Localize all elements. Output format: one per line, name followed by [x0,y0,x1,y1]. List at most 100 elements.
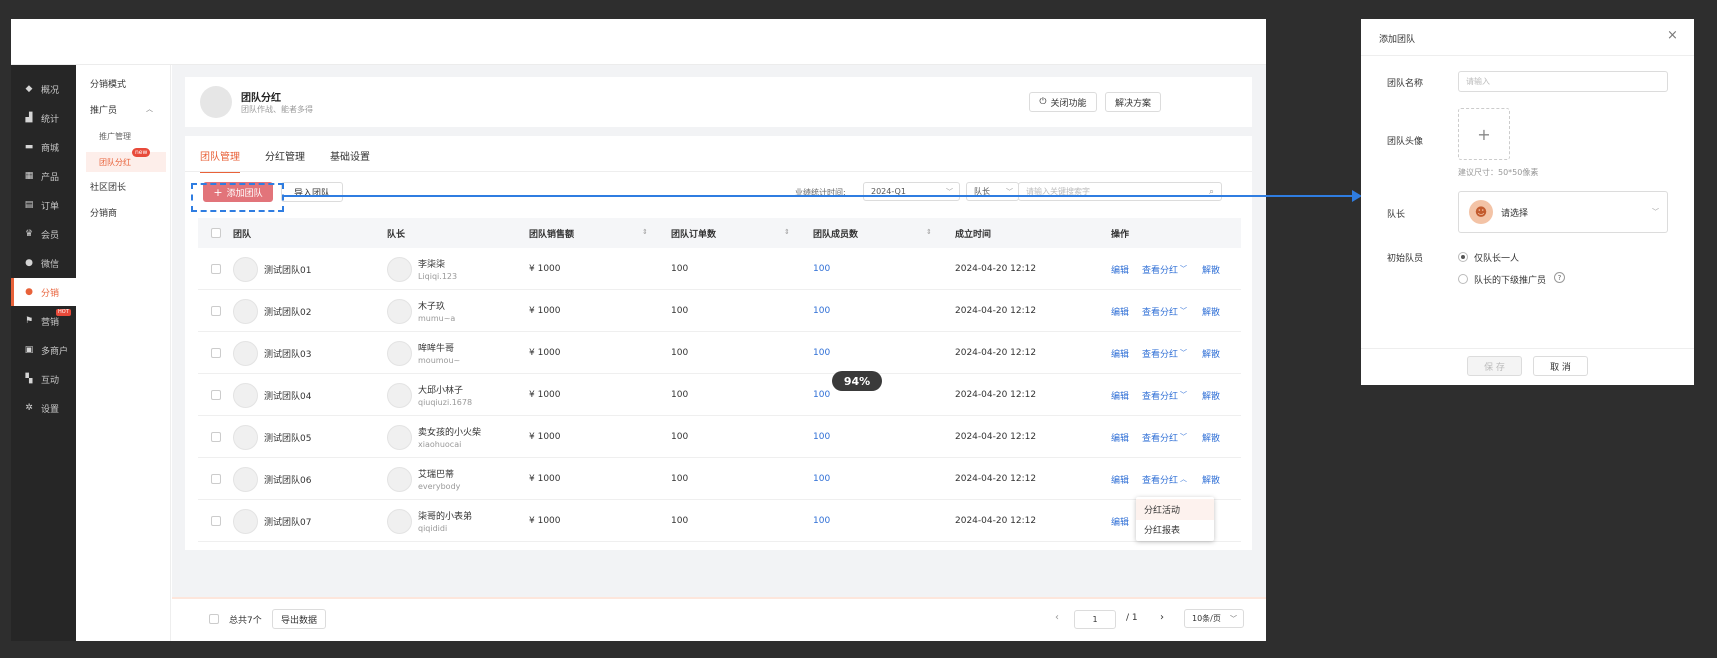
tab-bonus-management[interactable]: 分红管理 [265,148,305,171]
sort-icon[interactable]: ⇕ [926,228,932,236]
menu-item-bonus-report[interactable]: 分红报表 [1136,519,1214,540]
subnav-team-bonus[interactable]: 团队分红 new [86,148,166,172]
edit-link[interactable]: 编辑 [1111,416,1129,458]
solution-button[interactable]: 解决方案 [1105,92,1161,112]
subnav-distributor[interactable]: 分销商 [76,202,166,222]
members-link[interactable]: 100 [813,332,830,374]
page-input[interactable]: 1 [1074,610,1116,629]
edit-link[interactable]: 编辑 [1111,500,1129,542]
leader-avatar [387,508,412,534]
store-icon: ▬ [24,142,34,152]
page-size-select[interactable]: 10条/页 ﹀ [1184,609,1244,628]
dissolve-link[interactable]: 解散 [1202,248,1220,290]
row-checkbox[interactable] [211,264,221,274]
col-orders[interactable]: 团队订单数 [671,218,716,248]
view-bonus-dropdown[interactable]: 查看分红 ︿ [1142,458,1187,500]
close-feature-button[interactable]: ⏻ 关闭功能 [1029,92,1097,112]
view-bonus-dropdown[interactable]: 查看分红 ﹀ [1142,290,1187,332]
help-icon[interactable]: ? [1554,272,1565,283]
subnav-mode[interactable]: 分销模式 [76,73,166,93]
select-all-checkbox[interactable] [211,228,221,238]
sort-icon[interactable]: ⇕ [642,228,648,236]
save-button[interactable]: 保 存 [1467,356,1522,376]
subnav-promoter-mgmt[interactable]: 推广管理 [76,126,166,146]
members-link[interactable]: 100 [813,248,830,290]
subnav-promoter[interactable]: 推广员 ︿ [76,99,166,119]
edit-link[interactable]: 编辑 [1111,248,1129,290]
nav-item-marketing[interactable]: ⚑ 营销 HOT [11,307,76,335]
cancel-button[interactable]: 取 消 [1533,356,1588,376]
import-team-button[interactable]: 导入团队 [281,182,343,202]
members-link[interactable]: 100 [813,290,830,332]
row-checkbox[interactable] [211,432,221,442]
leader-id: everybody [418,482,461,491]
footer-select-all-checkbox[interactable] [209,614,219,624]
nav-label: 多商户 [41,346,69,357]
team-cell: 测试团队05 [233,416,311,458]
edit-link[interactable]: 编辑 [1111,290,1129,332]
tab-basic-settings[interactable]: 基础设置 [330,148,370,171]
power-icon: ⏻ [1039,97,1047,107]
edit-link[interactable]: 编辑 [1111,374,1129,416]
edit-link[interactable]: 编辑 [1111,332,1129,374]
tab-team-management[interactable]: 团队管理 [200,148,240,173]
nav-label: 商城 [41,143,60,154]
view-bonus-dropdown[interactable]: 查看分红 ﹀ [1142,332,1187,374]
row-checkbox[interactable] [211,516,221,526]
leader-name: 艾瑞巴蒂 [418,470,455,480]
radio-leader-only[interactable] [1458,252,1468,262]
dissolve-link[interactable]: 解散 [1202,290,1220,332]
row-checkbox[interactable] [211,306,221,316]
members-link[interactable]: 100 [813,416,830,458]
col-members[interactable]: 团队成员数 [813,218,858,248]
nav-item-store[interactable]: ▬ 商城 [11,133,76,161]
members-link[interactable]: 100 [813,500,830,542]
nav-item-product[interactable]: ▦ 产品 [11,162,76,190]
team-name-input[interactable]: 请输入 [1458,71,1668,92]
nav-item-distribution[interactable]: ● 分销 [11,278,76,306]
nav-item-multi-merchant[interactable]: ▣ 多商户 [11,336,76,364]
chevron-down-icon: ﹀ [1180,265,1188,273]
dissolve-link[interactable]: 解散 [1202,458,1220,500]
subnav-community[interactable]: 社区团长 [76,176,166,196]
row-checkbox[interactable] [211,390,221,400]
prev-page-icon[interactable]: ‹ [1055,612,1059,623]
dissolve-link[interactable]: 解散 [1202,416,1220,458]
avatar-upload[interactable]: + [1458,108,1510,160]
nav-item-interact[interactable]: ▚ 互动 [11,365,76,393]
stat-time-select[interactable]: 2024-Q1 ﹀ [863,182,960,201]
zoom-badge: 94% [832,371,882,391]
members-link[interactable]: 100 [813,458,830,500]
dissolve-link[interactable]: 解散 [1202,332,1220,374]
team-name-label: 团队名称 [1387,79,1424,89]
nav-item-member[interactable]: ♛ 会员 [11,220,76,248]
row-checkbox[interactable] [211,474,221,484]
search-input[interactable]: 请输入关键搜索字 ⌕ [1018,182,1222,201]
filter-field-select[interactable]: 队长 ﹀ [966,182,1019,201]
col-sales[interactable]: 团队销售额 [529,218,574,248]
export-button[interactable]: 导出数据 [272,609,326,629]
edit-link[interactable]: 编辑 [1111,458,1129,500]
leader-id: moumou~ [418,356,461,365]
nav-item-overview[interactable]: ◆ 概况 [11,75,76,103]
view-bonus-dropdown[interactable]: 查看分红 ﹀ [1142,374,1187,416]
nav-item-wechat[interactable]: ● 微信 [11,249,76,277]
row-checkbox[interactable] [211,348,221,358]
leader-placeholder: 请选择 [1501,208,1529,219]
nav-item-order[interactable]: ▤ 订单 [11,191,76,219]
next-page-icon[interactable]: › [1160,612,1164,623]
layers-icon: ◆ [25,84,33,94]
radio-subordinate-promoters[interactable] [1458,274,1468,284]
view-bonus-dropdown[interactable]: 查看分红 ﹀ [1142,416,1187,458]
menu-item-bonus-activity[interactable]: 分红活动 [1136,499,1214,520]
close-icon[interactable]: × [1667,28,1678,43]
view-bonus-dropdown[interactable]: 查看分红 ﹀ [1142,248,1187,290]
leader-avatar [387,298,412,324]
leader-select[interactable]: ☻ 请选择 ﹀ [1458,191,1668,233]
nav-item-stats[interactable]: ▟ 统计 [11,104,76,132]
op-label: 查看分红 [1142,265,1179,276]
sort-icon[interactable]: ⇕ [784,228,790,236]
members-link[interactable]: 100 [813,374,830,416]
nav-item-settings[interactable]: ✲ 设置 [11,394,76,422]
dissolve-link[interactable]: 解散 [1202,374,1220,416]
